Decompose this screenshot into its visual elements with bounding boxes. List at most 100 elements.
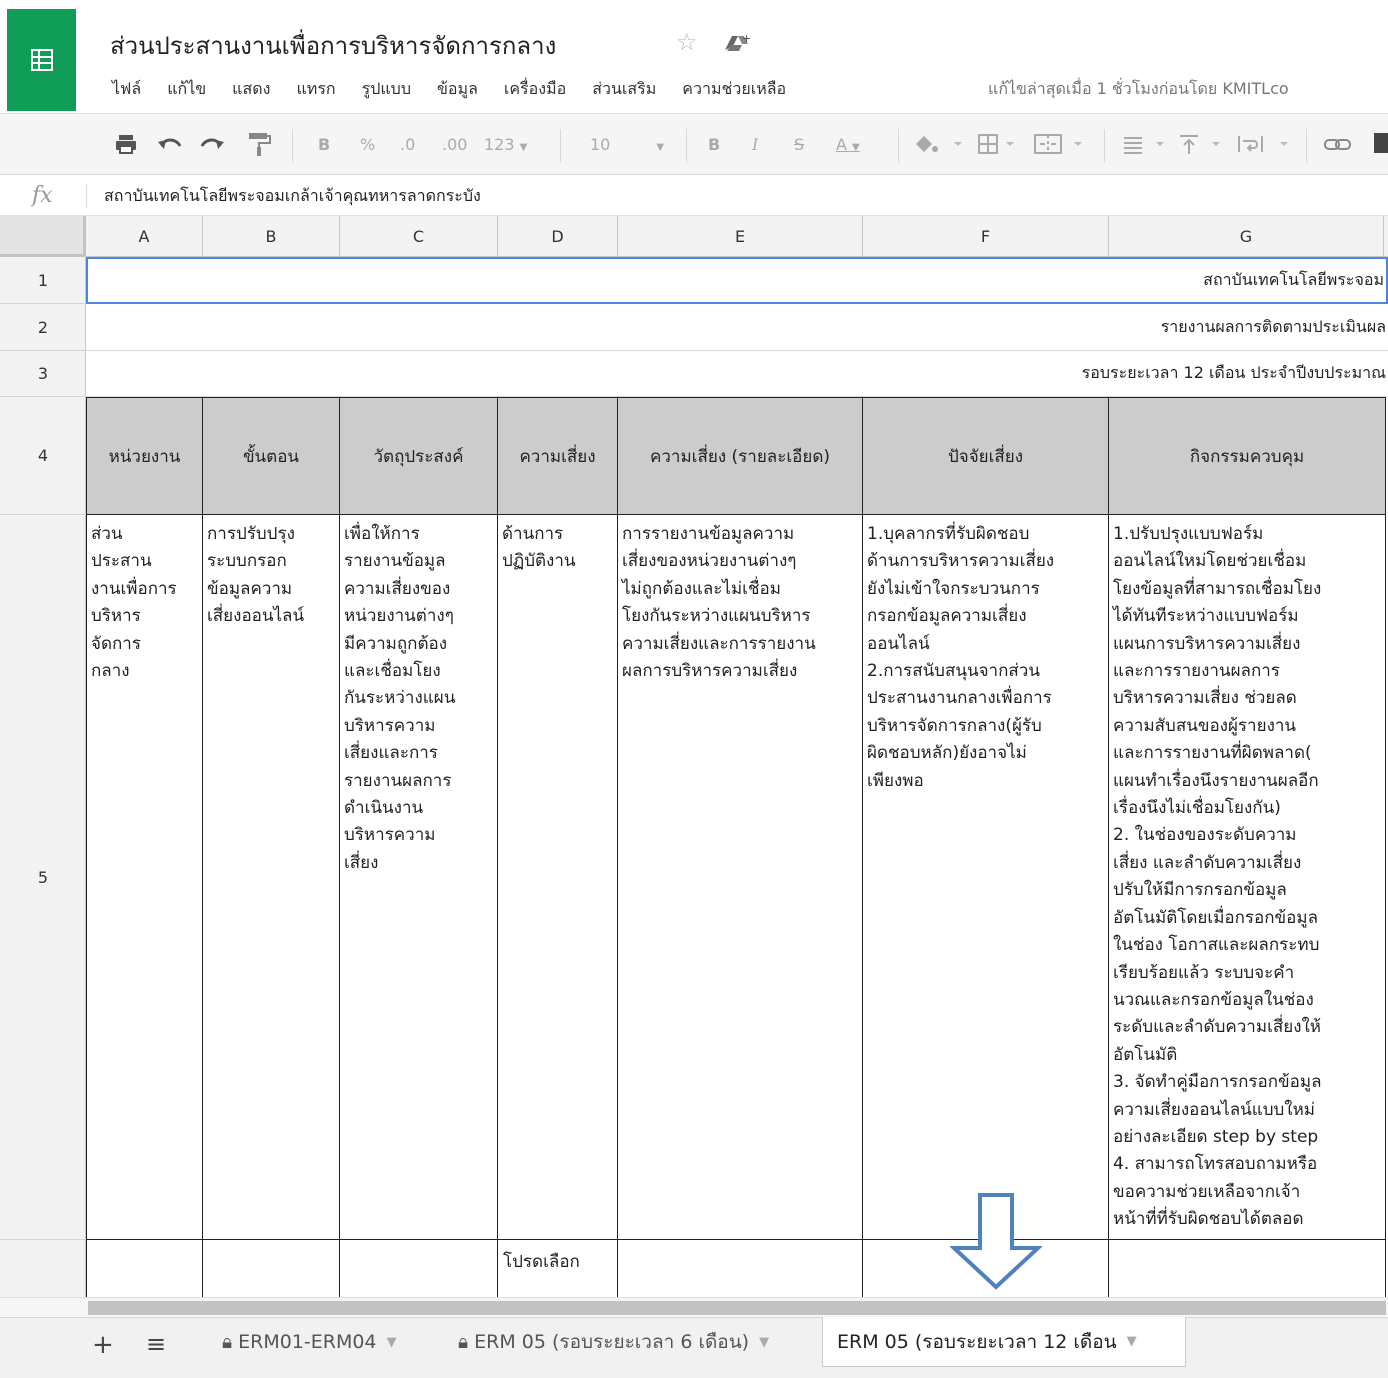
horizontal-scrollbar[interactable] xyxy=(0,1297,1388,1317)
formula-input[interactable]: สถาบันเทคโนโลยีพระจอมเกล้าเจ้าคุณทหารลาด… xyxy=(104,184,481,209)
column-header-f[interactable]: F xyxy=(863,216,1109,257)
sheets-logo[interactable] xyxy=(7,9,76,111)
paint-format-icon[interactable] xyxy=(246,130,272,158)
column-header-a[interactable]: A xyxy=(86,216,203,257)
column-header-b[interactable]: B xyxy=(203,216,340,257)
merge-cells-icon[interactable] xyxy=(1032,132,1092,156)
row-header-3[interactable]: 3 xyxy=(0,351,86,397)
sheet-tab-label: ERM01-ERM04 xyxy=(238,1331,377,1353)
cell-e5[interactable]: การรายงานข้อมูลความ เสี่ยงของหน่วยงานต่า… xyxy=(618,515,863,1240)
font-size-dropdown[interactable]: 10 ▼ xyxy=(590,132,664,158)
cell-d6-dropdown[interactable]: โปรดเลือก xyxy=(498,1240,618,1297)
spreadsheet-grid[interactable]: สถาบันเทคโนโลยีพระจอม รายงานผลการติดตามป… xyxy=(86,257,1388,1297)
merged-cell-row1[interactable]: สถาบันเทคโนโลยีพระจอม xyxy=(86,257,1388,304)
svg-text:+: + xyxy=(742,32,751,45)
percent-format-button[interactable]: % xyxy=(360,132,375,158)
menu-help[interactable]: ความช่วยเหลือ xyxy=(682,77,786,102)
header-cell-risk[interactable]: ความเสี่ยง xyxy=(497,397,618,515)
add-sheet-button[interactable]: + xyxy=(92,1330,114,1360)
fill-color-icon[interactable] xyxy=(912,132,966,156)
cell-g5[interactable]: 1.ปรับปรุงแบบฟอร์ม ออนไลน์ใหม่โดยช่วยเชื… xyxy=(1109,515,1386,1240)
merged-cell-row2[interactable]: รายงานผลการติดตามประเมินผล xyxy=(86,304,1388,351)
decrease-decimal-button[interactable]: .0 xyxy=(400,132,415,158)
column-header-c[interactable]: C xyxy=(340,216,498,257)
star-icon[interactable]: ☆ xyxy=(676,28,698,56)
formula-divider xyxy=(86,184,87,208)
header-cell-step[interactable]: ขั้นตอน xyxy=(202,397,340,515)
cell-d5[interactable]: ด้านการ ปฏิบัติงาน xyxy=(498,515,618,1240)
toolbar: B % .0 .00 123 ▼ 10 ▼ B I S A ▼ xyxy=(0,113,1388,175)
all-sheets-menu-icon[interactable]: ≡ xyxy=(146,1330,166,1358)
borders-icon[interactable] xyxy=(976,132,1030,156)
header-cell-risk-detail[interactable]: ความเสี่ยง (รายละเอียด) xyxy=(617,397,863,515)
increase-decimal-button[interactable]: .00 xyxy=(442,132,467,158)
menu-tools[interactable]: เครื่องมือ xyxy=(504,77,566,102)
sheet-tab-label: ERM 05 (รอบระยะเวลา 6 เดือน) xyxy=(474,1331,750,1353)
cell-b6[interactable] xyxy=(203,1240,340,1297)
row-header-1[interactable]: 1 xyxy=(0,257,86,304)
horizontal-align-icon[interactable] xyxy=(1120,132,1174,156)
column-header-e[interactable]: E xyxy=(618,216,863,257)
chevron-down-icon[interactable]: ▼ xyxy=(387,1335,397,1350)
menu-bar: ไฟล์ แก้ไข แสดง แทรก รูปแบบ ข้อมูล เครื่องมือ ส… xyxy=(112,77,812,99)
print-icon[interactable] xyxy=(114,132,138,156)
italic-button[interactable]: I xyxy=(752,132,758,158)
move-to-folder-icon[interactable]: + xyxy=(722,30,752,54)
row-header-6[interactable] xyxy=(0,1240,86,1297)
number-format-dropdown[interactable]: 123 ▼ xyxy=(484,132,527,158)
menu-addons[interactable]: ส่วนเสริม xyxy=(592,77,656,102)
sheets-grid-icon xyxy=(31,49,53,71)
chevron-down-icon: ▼ xyxy=(852,142,860,153)
sheet-tab-erm01-erm04[interactable]: 🔒︎ ERM01-ERM04 ▼ xyxy=(208,1318,411,1366)
cell-b5[interactable]: การปรับปรุง ระบบกรอก ข้อมูลความ เสี่ยงออ… xyxy=(203,515,340,1240)
chevron-down-icon[interactable]: ▼ xyxy=(759,1335,769,1350)
row-header-2[interactable]: 2 xyxy=(0,304,86,351)
header-cell-control-activity[interactable]: กิจกรรมควบคุม xyxy=(1108,397,1386,515)
strikethrough-button[interactable]: S xyxy=(794,132,804,158)
column-header-d[interactable]: D xyxy=(498,216,618,257)
row-header-5[interactable]: 5 xyxy=(0,515,86,1240)
merged-cell-row3[interactable]: รอบระยะเวลา 12 เดือน ประจำปีงบประมาณ xyxy=(86,351,1388,397)
menu-insert[interactable]: แทรก xyxy=(296,77,335,102)
cell-e6[interactable] xyxy=(618,1240,863,1297)
cell-c6[interactable] xyxy=(340,1240,498,1297)
report-title: รายงานผลการติดตามประเมินผล xyxy=(1160,316,1386,336)
header-cell-objective[interactable]: วัตถุประสงค์ xyxy=(339,397,498,515)
header-cell-risk-factor[interactable]: ปัจจัยเสี่ยง xyxy=(862,397,1109,515)
bold-button[interactable]: B xyxy=(708,132,720,158)
sheet-tab-erm05-6m[interactable]: 🔒︎ ERM 05 (รอบระยะเวลา 6 เดือน) ▼ xyxy=(444,1318,783,1366)
menu-file[interactable]: ไฟล์ xyxy=(112,77,141,102)
cell-a5[interactable]: ส่วน ประสาน งานเพื่อการ บริหาร จัดการ กล… xyxy=(86,515,203,1240)
row-header-4[interactable]: 4 xyxy=(0,397,86,515)
menu-format[interactable]: รูปแบบ xyxy=(362,77,411,102)
row-headers: 1 2 3 4 5 xyxy=(0,257,86,1297)
text-wrapping-icon[interactable] xyxy=(1236,132,1302,156)
lock-icon: 🔒︎ xyxy=(222,1331,233,1353)
column-headers: A B C D E F G xyxy=(0,216,1388,257)
cell-a6[interactable] xyxy=(86,1240,203,1297)
sheet-tab-bar: + ≡ 🔒︎ ERM01-ERM04 ▼ 🔒︎ ERM 05 (รอบระยะเ… xyxy=(0,1317,1388,1378)
vertical-align-icon[interactable] xyxy=(1176,132,1230,156)
cell-c5[interactable]: เพื่อให้การ รายงานข้อมูล ความเสี่ยงของ ห… xyxy=(340,515,498,1240)
undo-icon[interactable] xyxy=(156,132,184,156)
cell-g6[interactable] xyxy=(1109,1240,1386,1297)
cell-f5[interactable]: 1.บุคลากรที่รับผิดชอบ ด้านการบริหารความเ… xyxy=(863,515,1109,1240)
sheet-tab-erm05-12m[interactable]: ERM 05 (รอบระยะเวลา 12 เดือน ▼ xyxy=(822,1317,1186,1367)
menu-data[interactable]: ข้อมูล xyxy=(437,77,478,102)
insert-link-icon[interactable] xyxy=(1322,132,1362,156)
menu-view[interactable]: แสดง xyxy=(232,77,270,102)
menu-edit[interactable]: แก้ไข xyxy=(167,77,206,102)
document-title[interactable]: ส่วนประสานงานเพื่อการบริหารจัดการกลาง xyxy=(110,26,556,65)
formula-bar: fx สถาบันเทคโนโลยีพระจอมเกล้าเจ้าคุณทหาร… xyxy=(0,176,1388,216)
select-all-corner[interactable] xyxy=(0,216,86,257)
redo-icon[interactable] xyxy=(198,132,226,156)
last-edit-link[interactable]: แก้ไขล่าสุดเมื่อ 1 ชั่วโมงก่อนโดย KMITLc… xyxy=(988,77,1388,102)
header-cell-unit[interactable]: หน่วยงาน xyxy=(86,397,203,515)
scrollbar-thumb[interactable] xyxy=(88,1301,1386,1315)
column-header-g[interactable]: G xyxy=(1109,216,1384,257)
insert-comment-icon[interactable] xyxy=(1372,130,1388,158)
chevron-down-icon[interactable]: ▼ xyxy=(1127,1334,1137,1349)
text-color-button[interactable]: A ▼ xyxy=(836,132,860,158)
bold-button-disabled[interactable]: B xyxy=(318,132,330,158)
toolbar-divider xyxy=(292,129,293,163)
